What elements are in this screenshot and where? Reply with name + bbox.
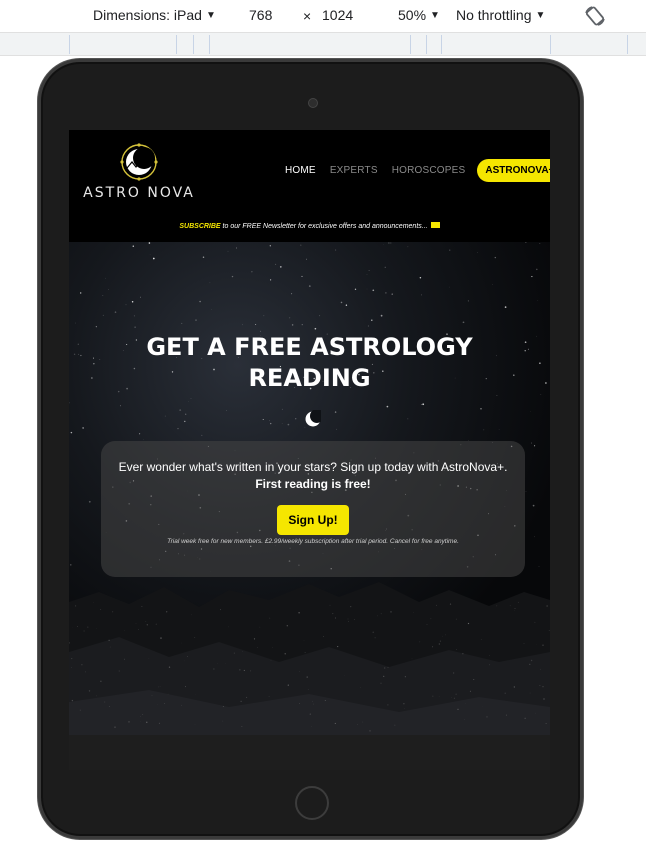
height-value: 1024 bbox=[322, 7, 354, 23]
caret-down-icon: ▼ bbox=[205, 9, 216, 21]
astronova-plus-button[interactable]: ASTRONOVA+ bbox=[477, 159, 550, 182]
subscribe-link[interactable]: SUBSCRIBE bbox=[179, 223, 220, 230]
hero-title-line2: READING bbox=[248, 364, 371, 392]
mountain-silhouette bbox=[69, 582, 550, 735]
nav-horoscopes[interactable]: HOROSCOPES bbox=[392, 165, 466, 176]
nav-home[interactable]: HOME bbox=[285, 165, 316, 176]
hero-title: GET A FREE ASTROLOGY READING bbox=[69, 332, 550, 394]
card-highlight: First reading is free! bbox=[255, 477, 371, 491]
width-input[interactable]: 768 bbox=[249, 7, 272, 23]
hero-section: GET A FREE ASTROLOGY READING Ever wonder… bbox=[69, 242, 550, 735]
devtools-toolbar: Dimensions: iPad ▼ 768 × 1024 50% ▼ No t… bbox=[0, 0, 646, 32]
zoom-dropdown[interactable]: 50% ▼ bbox=[398, 7, 440, 23]
signup-card: Ever wonder what's written in your stars… bbox=[101, 441, 525, 577]
width-value: 768 bbox=[249, 7, 273, 23]
moon-logo-icon bbox=[120, 143, 158, 181]
media-query-ruler bbox=[0, 32, 646, 56]
dimensions-label: Dimensions: iPad bbox=[93, 7, 202, 23]
nav-experts[interactable]: EXPERTS bbox=[330, 165, 378, 176]
rotate-icon[interactable] bbox=[583, 4, 607, 28]
envelope-icon bbox=[430, 222, 440, 229]
fine-print: Trial week free for new members. £2.99/w… bbox=[167, 538, 459, 545]
newsletter-text: to our FREE Newsletter for exclusive off… bbox=[220, 223, 428, 230]
logo[interactable]: ASTRO NOVA bbox=[83, 138, 195, 204]
newsletter-banner: SUBSCRIBE to our FREE Newsletter for exc… bbox=[69, 212, 550, 242]
signup-button[interactable]: Sign Up! bbox=[277, 505, 349, 535]
dimensions-dropdown[interactable]: Dimensions: iPad ▼ bbox=[93, 7, 216, 23]
main-nav: HOME EXPERTS HOROSCOPES ASTRONOVA+ bbox=[285, 159, 550, 182]
home-button[interactable] bbox=[295, 786, 329, 820]
logo-text: ASTRO NOVA bbox=[83, 185, 195, 201]
throttling-value: No throttling bbox=[456, 7, 532, 23]
site-header: ASTRO NOVA HOME EXPERTS HOROSCOPES ASTRO… bbox=[69, 130, 550, 212]
caret-down-icon: ▼ bbox=[430, 9, 440, 21]
hero-title-line1: GET A FREE ASTROLOGY bbox=[146, 333, 473, 361]
card-intro: Ever wonder what's written in your stars… bbox=[118, 460, 508, 474]
caret-down-icon: ▼ bbox=[535, 9, 546, 21]
throttling-dropdown[interactable]: No throttling ▼ bbox=[456, 7, 545, 23]
card-text: Ever wonder what's written in your stars… bbox=[117, 459, 509, 493]
camera-icon bbox=[308, 98, 318, 108]
page-bottom bbox=[69, 735, 550, 770]
zoom-value: 50% bbox=[398, 7, 427, 23]
times-sign: × bbox=[303, 8, 312, 24]
height-input[interactable]: 1024 bbox=[322, 7, 353, 23]
crescent-moon-icon bbox=[305, 410, 321, 427]
device-screen: ASTRO NOVA HOME EXPERTS HOROSCOPES ASTRO… bbox=[69, 130, 550, 770]
